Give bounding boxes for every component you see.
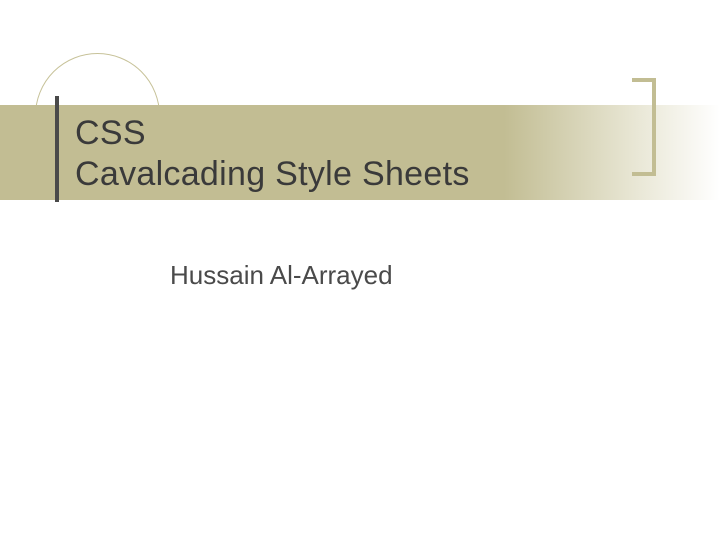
bracket-decoration xyxy=(632,172,656,176)
slide-title: CSS Cavalcading Style Sheets xyxy=(75,113,470,195)
title-line-1: CSS xyxy=(75,113,470,154)
title-accent-line xyxy=(55,96,59,202)
title-line-2: Cavalcading Style Sheets xyxy=(75,154,470,195)
slide-author: Hussain Al-Arrayed xyxy=(170,260,393,291)
bracket-decoration xyxy=(652,78,656,176)
bracket-decoration xyxy=(632,78,656,82)
